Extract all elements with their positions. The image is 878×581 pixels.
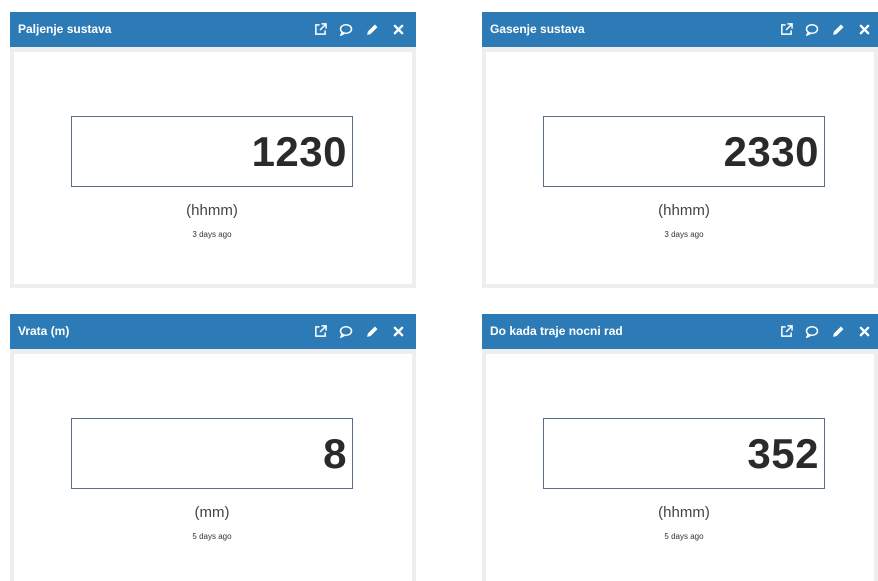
close-icon[interactable]	[856, 22, 872, 38]
close-icon[interactable]	[856, 324, 872, 340]
comment-icon[interactable]	[338, 22, 354, 38]
widget-body: 352 (hhmm) 5 days ago	[486, 354, 874, 581]
widget-body: 1230 (hhmm) 3 days ago	[14, 52, 412, 284]
widget-title: Gasenje sustava	[490, 22, 585, 36]
widget-actions	[312, 314, 406, 349]
widget-header: Do kada traje nocni rad	[482, 314, 878, 349]
widget-title: Vrata (m)	[18, 324, 70, 338]
widget-body: 8 (mm) 5 days ago	[14, 354, 412, 581]
unit-label: (hhmm)	[658, 202, 710, 219]
close-icon[interactable]	[390, 22, 406, 38]
widget-header: Vrata (m)	[10, 314, 416, 349]
pencil-icon[interactable]	[830, 22, 846, 38]
widget-vrata: Vrata (m) 8 (mm) 5 days ago	[10, 314, 416, 581]
value-display[interactable]: 352	[543, 418, 825, 489]
external-link-icon[interactable]	[778, 22, 794, 38]
widget-actions	[778, 12, 872, 47]
value-display[interactable]: 1230	[71, 116, 353, 187]
unit-label: (mm)	[194, 504, 230, 521]
timestamp: 3 days ago	[192, 230, 232, 239]
value-display[interactable]: 2330	[543, 116, 825, 187]
widget-gasenje-sustava: Gasenje sustava 2330 (hhmm) 3 days ago	[482, 12, 878, 288]
timestamp: 5 days ago	[664, 532, 704, 541]
external-link-icon[interactable]	[778, 324, 794, 340]
pencil-icon[interactable]	[364, 324, 380, 340]
pencil-icon[interactable]	[830, 324, 846, 340]
timestamp: 5 days ago	[192, 532, 232, 541]
value-display[interactable]: 8	[71, 418, 353, 489]
comment-icon[interactable]	[338, 324, 354, 340]
external-link-icon[interactable]	[312, 22, 328, 38]
widget-header: Gasenje sustava	[482, 12, 878, 47]
widget-title: Do kada traje nocni rad	[490, 324, 623, 338]
comment-icon[interactable]	[804, 22, 820, 38]
widget-paljenje-sustava: Paljenje sustava 1230 (hhmm) 3 days ago	[10, 12, 416, 288]
pencil-icon[interactable]	[364, 22, 380, 38]
unit-label: (hhmm)	[658, 504, 710, 521]
unit-label: (hhmm)	[186, 202, 238, 219]
close-icon[interactable]	[390, 324, 406, 340]
widget-actions	[312, 12, 406, 47]
widget-body: 2330 (hhmm) 3 days ago	[486, 52, 874, 284]
comment-icon[interactable]	[804, 324, 820, 340]
widget-header: Paljenje sustava	[10, 12, 416, 47]
timestamp: 3 days ago	[664, 230, 704, 239]
widget-actions	[778, 314, 872, 349]
widget-title: Paljenje sustava	[18, 22, 112, 36]
external-link-icon[interactable]	[312, 324, 328, 340]
widget-do-kada-traje-nocni-rad: Do kada traje nocni rad 352 (hhmm) 5 day…	[482, 314, 878, 581]
